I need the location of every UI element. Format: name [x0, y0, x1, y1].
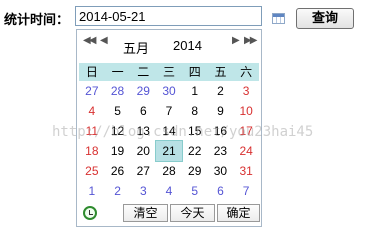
- calendar-day[interactable]: 21: [155, 140, 183, 162]
- month-selector[interactable]: 五月: [123, 38, 149, 57]
- calendar-day[interactable]: 29: [182, 161, 208, 181]
- search-button[interactable]: 查询: [296, 8, 354, 29]
- calendar-day[interactable]: 16: [208, 121, 234, 141]
- calendar-day[interactable]: 14: [156, 121, 182, 141]
- calendar-day[interactable]: 2: [105, 181, 131, 201]
- calendar-day[interactable]: 28: [105, 81, 131, 101]
- calendar-day[interactable]: 9: [208, 101, 234, 121]
- prev-year-icon[interactable]: ◀◀: [83, 35, 96, 46]
- prev-month-icon[interactable]: ◀: [100, 35, 108, 46]
- weekday-label: 日: [85, 65, 98, 79]
- calendar-day[interactable]: 15: [182, 121, 208, 141]
- calendar-day[interactable]: 7: [156, 101, 182, 121]
- calendar-day[interactable]: 6: [208, 181, 234, 201]
- calendar-icon[interactable]: [272, 13, 285, 24]
- calendar-day[interactable]: 23: [208, 141, 234, 161]
- calendar-day[interactable]: 30: [156, 81, 182, 101]
- weekday-label: 五: [214, 65, 227, 79]
- calendar-day[interactable]: 24: [233, 141, 259, 161]
- calendar-day[interactable]: 26: [105, 161, 131, 181]
- picker-footer: 清空 今天 确定: [79, 203, 260, 223]
- calendar-day[interactable]: 6: [130, 101, 156, 121]
- calendar-day[interactable]: 2: [208, 81, 234, 101]
- calendar-day[interactable]: 7: [233, 181, 259, 201]
- weekday-label: 六: [240, 65, 253, 79]
- calendar-day[interactable]: 31: [233, 161, 259, 181]
- date-label: 统计时间：: [4, 13, 70, 28]
- calendar-day[interactable]: 22: [182, 141, 208, 161]
- clear-button[interactable]: 清空: [123, 204, 168, 222]
- day-grid: 27 28 29 30 1 2 3 4 5 6 7 8 9 10 11 12 13 14 15 16 17 18 19 20 2…: [79, 81, 259, 201]
- today-button[interactable]: 今天: [170, 204, 215, 222]
- calendar-day[interactable]: 1: [79, 181, 105, 201]
- calendar-day[interactable]: 30: [208, 161, 234, 181]
- year-selector[interactable]: 2014: [173, 38, 202, 53]
- calendar-day[interactable]: 3: [130, 181, 156, 201]
- calendar-day[interactable]: 4: [79, 101, 105, 121]
- weekday-header: 日 一 二 三 四 五 六: [79, 63, 259, 81]
- calendar-day[interactable]: 28: [156, 161, 182, 181]
- calendar-day[interactable]: 29: [130, 81, 156, 101]
- calendar-day[interactable]: 27: [130, 161, 156, 181]
- weekday-label: 四: [188, 65, 201, 79]
- weekday-label: 一: [111, 65, 124, 79]
- calendar-day[interactable]: 5: [182, 181, 208, 201]
- date-input[interactable]: 2014-05-21: [75, 6, 262, 26]
- ok-button[interactable]: 确定: [217, 204, 260, 222]
- next-month-icon[interactable]: ▶: [232, 35, 240, 46]
- calendar-day[interactable]: 12: [105, 121, 131, 141]
- calendar-day[interactable]: 20: [130, 141, 156, 161]
- clock-icon[interactable]: [83, 206, 97, 220]
- calendar-day[interactable]: 4: [156, 181, 182, 201]
- calendar-day[interactable]: 19: [105, 141, 131, 161]
- calendar-day[interactable]: 17: [233, 121, 259, 141]
- calendar-day[interactable]: 8: [182, 101, 208, 121]
- calendar-day[interactable]: 10: [233, 101, 259, 121]
- weekday-label: 三: [163, 65, 176, 79]
- calendar-day[interactable]: 18: [79, 141, 105, 161]
- calendar-day[interactable]: 13: [130, 121, 156, 141]
- date-picker-popup: ◀◀ ◀ 五月 2014 ▶ ▶▶ 日 一 二 三 四 五 六 27 28 29 30…: [76, 29, 262, 227]
- calendar-day[interactable]: 5: [105, 101, 131, 121]
- next-year-icon[interactable]: ▶▶: [244, 35, 257, 46]
- calendar-day[interactable]: 25: [79, 161, 105, 181]
- calendar-day[interactable]: 3: [233, 81, 259, 101]
- weekday-label: 二: [137, 65, 150, 79]
- calendar-day[interactable]: 11: [79, 121, 105, 141]
- calendar-day[interactable]: 1: [182, 81, 208, 101]
- calendar-day[interactable]: 27: [79, 81, 105, 101]
